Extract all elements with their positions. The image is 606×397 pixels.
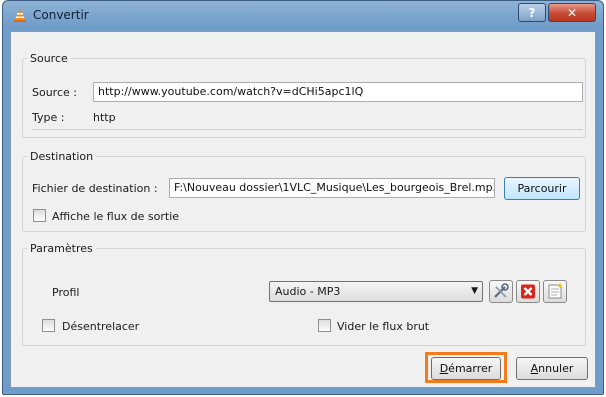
help-button[interactable]: ? <box>518 3 546 22</box>
params-legend: Paramètres <box>30 242 93 255</box>
destination-file-label: Fichier de destination : <box>32 182 158 195</box>
title-bar[interactable]: Convertir ? ✕ <box>3 1 603 29</box>
start-accelerator: D <box>439 362 449 375</box>
start-label-rest: émarrer <box>448 362 493 375</box>
source-legend: Source <box>30 52 68 65</box>
deinterlace-label: Désentrelacer <box>62 320 140 333</box>
source-separator <box>32 129 583 130</box>
type-label: Type : <box>32 111 65 124</box>
browse-button[interactable]: Parcourir <box>504 177 580 200</box>
profile-label: Profil <box>52 286 80 299</box>
source-label: Source : <box>32 86 77 99</box>
profile-select-value: Audio - MP3 <box>275 285 341 298</box>
cancel-button[interactable]: Annuler <box>516 357 588 380</box>
show-output-checkbox[interactable] <box>33 209 46 222</box>
deinterlace-checkbox[interactable] <box>42 319 55 332</box>
new-document-icon <box>548 283 562 299</box>
delete-profile-button[interactable] <box>516 280 540 303</box>
red-x-icon <box>521 284 535 299</box>
type-value: http <box>93 111 116 124</box>
wrench-icon <box>494 283 509 298</box>
vlc-cone-icon <box>14 9 26 22</box>
chevron-down-icon: ▼ <box>471 286 478 296</box>
new-profile-button[interactable] <box>543 280 567 303</box>
start-button[interactable]: Démarrer <box>431 357 501 380</box>
cancel-label-rest: nnuler <box>538 362 574 375</box>
destination-legend: Destination <box>30 150 94 163</box>
profile-select[interactable]: Audio - MP3 ▼ <box>269 281 483 302</box>
show-output-label: Affiche le flux de sortie <box>52 210 180 223</box>
window-title: Convertir <box>33 8 89 22</box>
destination-file-input[interactable]: F:\Nouveau dossier\1VLC_Musique\Les_bour… <box>169 178 495 198</box>
convert-dialog: Convertir ? ✕ Source Source : http://www… <box>2 0 604 395</box>
cancel-accelerator: A <box>530 362 539 375</box>
raw-dump-checkbox[interactable] <box>318 319 331 332</box>
dialog-body: Source Source : http://www.youtube.com/w… <box>10 31 596 388</box>
close-button[interactable]: ✕ <box>548 3 596 22</box>
raw-dump-label: Vider le flux brut <box>337 320 430 333</box>
source-input[interactable]: http://www.youtube.com/watch?v=dCHi5apc1… <box>93 82 583 102</box>
edit-profile-button[interactable] <box>489 280 513 303</box>
